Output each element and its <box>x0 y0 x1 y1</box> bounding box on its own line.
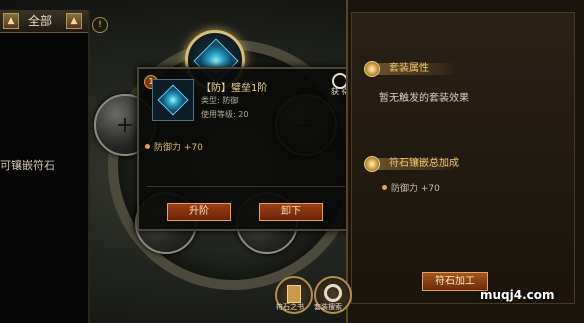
set-attr-text: 暂无触发的套装效果 <box>379 93 469 104</box>
rune-craft-button[interactable]: 符石加工 <box>422 272 488 291</box>
set-attr-header: 套装属性 <box>364 61 564 77</box>
unequip-button[interactable]: 卸下 <box>259 203 323 221</box>
rune-bonus-header: 符石镶嵌总加成 <box>364 156 564 172</box>
rune-tooltip: 1 【防】璧垒1阶 类型: 防御 使用等级: 20 获 得 防御力 +70 升阶… <box>137 67 355 231</box>
medal-icon <box>364 61 380 77</box>
rune-use-level: 使用等级: 20 <box>201 110 249 119</box>
medal-icon <box>364 156 380 172</box>
watermark: muqj4.com <box>480 288 555 302</box>
rune-attribute-text: 防御力 +70 <box>154 143 203 153</box>
rune-type: 类型: 防御 <box>201 96 239 105</box>
divider <box>147 186 345 187</box>
filter-next-button[interactable]: ▲ <box>66 13 82 29</box>
rune-list-panel: ▲ 全部 ▲ 可镶嵌符石 <box>0 10 90 323</box>
set-search-label: 套装搜索 <box>314 303 342 311</box>
info-icon[interactable]: ! <box>92 17 108 33</box>
rune-book-label: 符石之书 <box>276 303 304 311</box>
rune-attribute: 防御力 +70 <box>145 140 203 153</box>
magnifier-icon <box>324 284 342 302</box>
book-icon <box>287 285 301 303</box>
upgrade-button[interactable]: 升阶 <box>167 203 231 221</box>
filter-label[interactable]: 全部 <box>20 12 60 30</box>
rune-bonus-title: 符石镶嵌总加成 <box>389 158 459 169</box>
plus-icon <box>118 118 132 132</box>
rune-icon <box>152 79 194 121</box>
game-window: ▲ 全部 ▲ 可镶嵌符石 ! 1 【防】璧垒1阶 类型: 防御 使用等级: 20… <box>0 0 584 323</box>
rune-name: 【防】璧垒1阶 <box>201 83 268 94</box>
rune-bonus-attr: 防御力 +70 <box>382 181 440 194</box>
rune-gem-icon <box>157 84 189 116</box>
filter-prev-button[interactable]: ▲ <box>3 13 19 29</box>
set-attr-title: 套装属性 <box>389 63 429 74</box>
bonus-panel: 套装属性 暂无触发的套装效果 符石镶嵌总加成 防御力 +70 符石加工 <box>351 12 575 304</box>
filter-bar: ▲ 全部 ▲ <box>0 10 88 33</box>
list-item[interactable]: 可镶嵌符石 <box>0 157 88 173</box>
rune-bonus-attr-text: 防御力 +70 <box>391 184 440 194</box>
